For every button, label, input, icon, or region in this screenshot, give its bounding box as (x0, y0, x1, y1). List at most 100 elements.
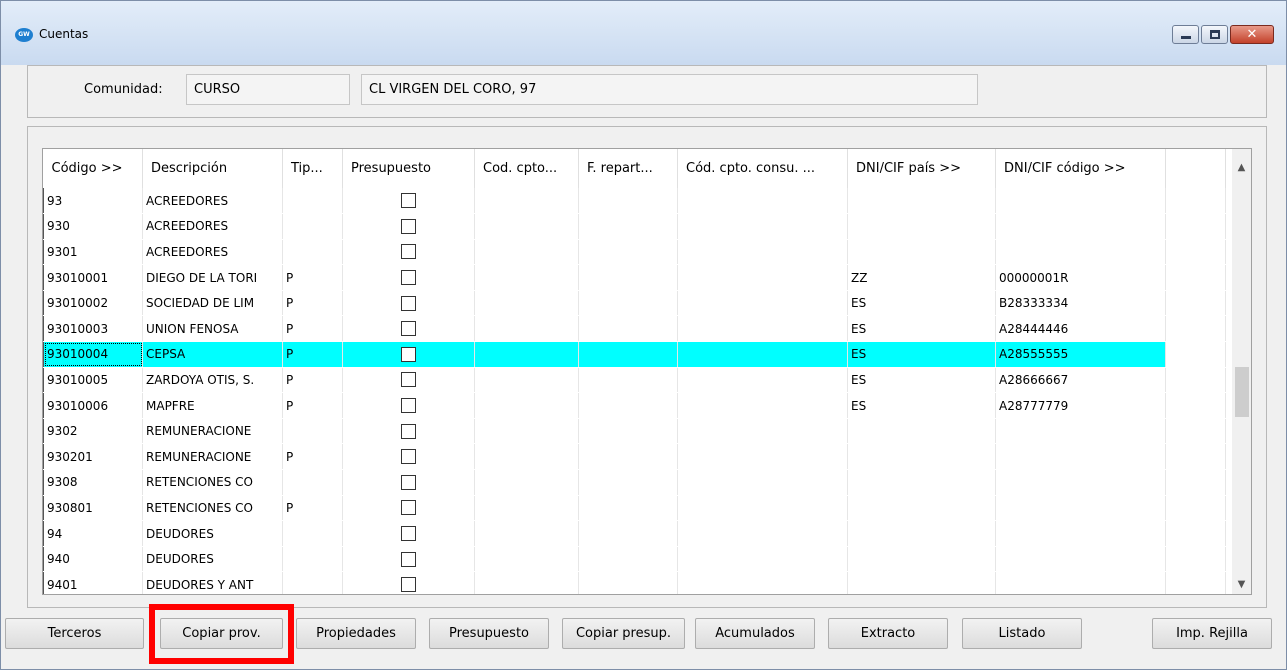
descripcion-cell[interactable]: DEUDORES (142, 520, 283, 547)
cod-cpto-cell[interactable] (474, 290, 579, 317)
presupuesto-checkbox[interactable] (401, 500, 416, 516)
cod-cpto-consu-cell[interactable] (677, 392, 848, 419)
table-row[interactable]: 93010006 MAPFRE P ES A28777779 (43, 392, 1226, 419)
presupuesto-cell[interactable] (342, 188, 475, 215)
descripcion-cell[interactable]: UNION FENOSA (142, 315, 283, 343)
cod-cpto-cell[interactable] (474, 495, 579, 522)
cod-cpto-cell[interactable] (474, 520, 579, 547)
f-repart-cell[interactable] (578, 495, 678, 522)
table-row[interactable]: 93010005 ZARDOYA OTIS, S. P ES A28666667 (43, 367, 1226, 394)
f-repart-cell[interactable] (578, 213, 678, 240)
dni-codigo-cell[interactable] (995, 495, 1166, 522)
codigo-cell[interactable]: 940 (43, 546, 143, 573)
presupuesto-cell[interactable] (342, 495, 475, 522)
f-repart-cell[interactable] (578, 418, 678, 445)
dni-pais-cell[interactable]: ES (847, 367, 996, 394)
scroll-thumb[interactable] (1235, 367, 1249, 417)
f-repart-cell[interactable] (578, 188, 678, 215)
dni-codigo-cell[interactable] (995, 520, 1166, 547)
cod-cpto-cell[interactable] (474, 443, 579, 471)
codigo-cell[interactable]: 9308 (43, 469, 143, 496)
presupuesto-checkbox[interactable] (401, 449, 416, 465)
tipo-cell[interactable]: P (282, 315, 343, 343)
codigo-cell[interactable]: 93 (43, 188, 143, 215)
descripcion-cell[interactable]: ACREEDORES (142, 239, 283, 266)
dni-pais-cell[interactable] (847, 520, 996, 547)
dni-codigo-cell[interactable] (995, 188, 1166, 215)
table-row[interactable]: 93 ACREEDORES (43, 188, 1226, 215)
table-row[interactable]: 930801 RETENCIONES CO P (43, 495, 1226, 522)
col-header-codigo[interactable]: Código >> (43, 149, 143, 188)
cod-cpto-consu-cell[interactable] (677, 315, 848, 343)
tipo-cell[interactable] (282, 418, 343, 445)
descripcion-cell[interactable]: REMUNERACIONE (142, 443, 283, 471)
presupuesto-checkbox[interactable] (401, 372, 416, 388)
cod-cpto-cell[interactable] (474, 367, 579, 394)
cod-cpto-consu-cell[interactable] (677, 188, 848, 215)
copiar-presup-button[interactable]: Copiar presup. (562, 618, 685, 649)
title-bar[interactable]: GW Cuentas ✕ (1, 1, 1286, 65)
presupuesto-cell[interactable] (342, 213, 475, 240)
presupuesto-checkbox[interactable] (401, 526, 416, 542)
tipo-cell[interactable] (282, 520, 343, 547)
codigo-cell[interactable]: 94 (43, 520, 143, 547)
tipo-cell[interactable]: P (282, 443, 343, 471)
dni-pais-cell[interactable] (847, 213, 996, 240)
presupuesto-cell[interactable] (342, 367, 475, 394)
col-header-dni-codigo[interactable]: DNI/CIF código >> (995, 149, 1166, 188)
cod-cpto-consu-cell[interactable] (677, 367, 848, 394)
table-row[interactable]: 94 DEUDORES (43, 520, 1226, 547)
presupuesto-cell[interactable] (342, 264, 475, 291)
cod-cpto-consu-cell[interactable] (677, 520, 848, 547)
cod-cpto-consu-cell[interactable] (677, 495, 848, 522)
close-button[interactable]: ✕ (1230, 25, 1274, 44)
cod-cpto-cell[interactable] (474, 418, 579, 445)
codigo-cell[interactable]: 93010002 (43, 290, 143, 317)
table-row[interactable]: 9301 ACREEDORES (43, 239, 1226, 266)
presupuesto-cell[interactable] (342, 546, 475, 573)
vertical-scrollbar[interactable]: ▲ ▼ (1232, 149, 1251, 594)
tipo-cell[interactable] (282, 571, 343, 594)
dni-pais-cell[interactable] (847, 188, 996, 215)
presupuesto-cell[interactable] (342, 418, 475, 445)
dni-codigo-cell[interactable] (995, 239, 1166, 266)
tipo-cell[interactable]: P (282, 392, 343, 419)
table-row[interactable]: 940 DEUDORES (43, 546, 1226, 573)
dni-pais-cell[interactable] (847, 546, 996, 573)
f-repart-cell[interactable] (578, 546, 678, 573)
dni-codigo-cell[interactable] (995, 546, 1166, 573)
tipo-cell[interactable] (282, 469, 343, 496)
cod-cpto-consu-cell[interactable] (677, 546, 848, 573)
descripcion-cell[interactable]: ACREEDORES (142, 188, 283, 215)
comunidad-address-field[interactable]: CL VIRGEN DEL CORO, 97 (361, 74, 978, 105)
col-header-cod-cpto-consu[interactable]: Cód. cpto. consu. ... (677, 149, 848, 188)
cod-cpto-cell[interactable] (474, 239, 579, 266)
dni-codigo-cell[interactable]: A28444446 (995, 315, 1166, 343)
dni-pais-cell[interactable]: ZZ (847, 264, 996, 291)
table-row[interactable]: 9401 DEUDORES Y ANT (43, 571, 1226, 594)
dni-pais-cell[interactable]: ES (847, 392, 996, 419)
table-row[interactable]: 9308 RETENCIONES CO (43, 469, 1226, 496)
codigo-cell[interactable]: 93010004 (43, 341, 143, 368)
f-repart-cell[interactable] (578, 341, 678, 368)
cod-cpto-cell[interactable] (474, 264, 579, 291)
extracto-button[interactable]: Extracto (828, 618, 948, 649)
dni-codigo-cell[interactable]: 00000001R (995, 264, 1166, 291)
presupuesto-cell[interactable] (342, 239, 475, 266)
presupuesto-checkbox[interactable] (401, 577, 416, 593)
cod-cpto-cell[interactable] (474, 469, 579, 496)
presupuesto-cell[interactable] (342, 315, 475, 343)
presupuesto-cell[interactable] (342, 520, 475, 547)
table-row[interactable]: 93010003 UNION FENOSA P ES A28444446 (43, 315, 1226, 343)
cod-cpto-consu-cell[interactable] (677, 264, 848, 291)
f-repart-cell[interactable] (578, 315, 678, 343)
tipo-cell[interactable] (282, 213, 343, 240)
descripcion-cell[interactable]: ACREEDORES (142, 213, 283, 240)
descripcion-cell[interactable]: DEUDORES Y ANT (142, 571, 283, 594)
presupuesto-cell[interactable] (342, 290, 475, 317)
dni-pais-cell[interactable] (847, 571, 996, 594)
col-header-cod-cpto[interactable]: Cod. cpto... (474, 149, 579, 188)
col-header-descripcion[interactable]: Descripción (142, 149, 283, 188)
tipo-cell[interactable] (282, 188, 343, 215)
dni-pais-cell[interactable] (847, 469, 996, 496)
